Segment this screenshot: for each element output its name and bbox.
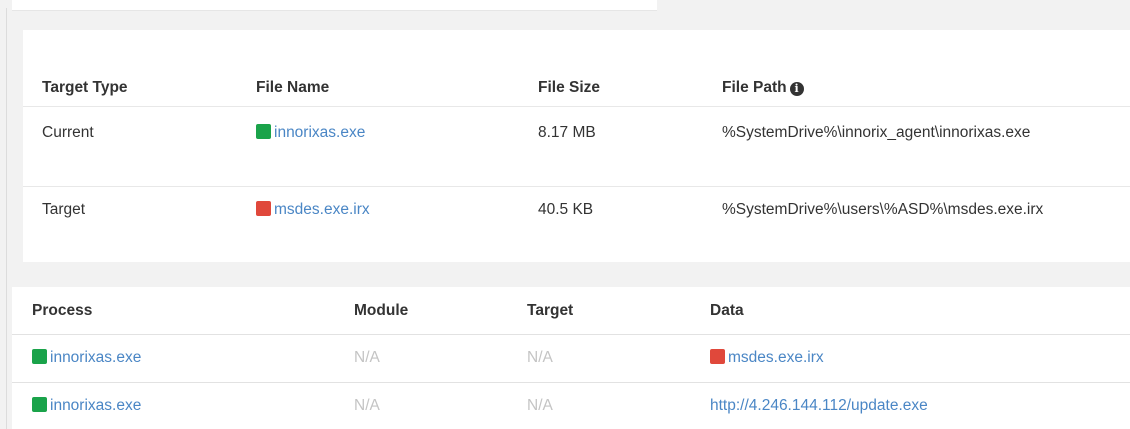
target-table-header: Target Type File Name File Size File Pat… xyxy=(23,70,1130,107)
info-icon[interactable]: i xyxy=(789,82,804,96)
target-cell: N/A xyxy=(527,397,553,414)
table-row: innorixas.exe N/A N/A http://4.246.144.1… xyxy=(12,383,1130,429)
header-file-path: File Path i xyxy=(722,78,804,98)
table-row: Current innorixas.exe 8.17 MB %SystemDri… xyxy=(23,107,1130,187)
header-file-name: File Name xyxy=(256,79,330,96)
header-target: Target xyxy=(527,302,574,319)
file-path-cell: %SystemDrive%\users\%ASD%\msdes.exe.irx xyxy=(722,201,1044,218)
target-file-panel: Target Type File Name File Size File Pat… xyxy=(23,30,1130,262)
header-target-type: Target Type xyxy=(42,79,128,96)
file-name-link[interactable]: innorixas.exe xyxy=(274,124,365,141)
red-status-icon xyxy=(256,201,271,216)
table-row: Target msdes.exe.irx 40.5 KB %SystemDriv… xyxy=(23,187,1130,247)
file-path-cell: %SystemDrive%\innorix_agent\innorixas.ex… xyxy=(722,124,1031,141)
artifact-view: Target Type File Name File Size File Pat… xyxy=(0,0,1130,429)
file-name-link[interactable]: msdes.exe.irx xyxy=(274,201,370,218)
header-data: Data xyxy=(710,302,744,319)
process-cell: innorixas.exe xyxy=(32,396,141,416)
process-cell: innorixas.exe xyxy=(32,348,141,368)
process-link[interactable]: innorixas.exe xyxy=(50,397,141,414)
header-file-size: File Size xyxy=(538,79,601,96)
target-type-cell: Target xyxy=(42,201,86,218)
table-row: innorixas.exe N/A N/A msdes.exe.irx xyxy=(12,335,1130,383)
process-activity-panel: Process Module Target Data innorixas.exe… xyxy=(12,287,1130,429)
target-cell: N/A xyxy=(527,349,553,366)
process-link[interactable]: innorixas.exe xyxy=(50,349,141,366)
module-cell: N/A xyxy=(354,397,380,414)
module-cell: N/A xyxy=(354,349,380,366)
header-module: Module xyxy=(354,302,409,319)
file-name-cell: msdes.exe.irx xyxy=(256,200,370,220)
data-cell: msdes.exe.irx xyxy=(710,348,824,368)
header-process: Process xyxy=(32,302,93,319)
green-status-icon xyxy=(256,124,271,139)
file-size-cell: 40.5 KB xyxy=(538,201,594,218)
process-table-header: Process Module Target Data xyxy=(12,287,1130,335)
green-status-icon xyxy=(32,397,47,412)
file-size-cell: 8.17 MB xyxy=(538,124,596,141)
red-status-icon xyxy=(710,349,725,364)
data-link[interactable]: msdes.exe.irx xyxy=(728,349,824,366)
url-link[interactable]: http://4.246.144.112/update.exe xyxy=(710,396,928,416)
green-status-icon xyxy=(32,349,47,364)
header-file-path-label: File Path xyxy=(722,79,787,96)
target-type-cell: Current xyxy=(42,124,94,141)
top-strip xyxy=(12,0,657,11)
left-divider xyxy=(6,8,7,429)
file-name-cell: innorixas.exe xyxy=(256,123,365,143)
